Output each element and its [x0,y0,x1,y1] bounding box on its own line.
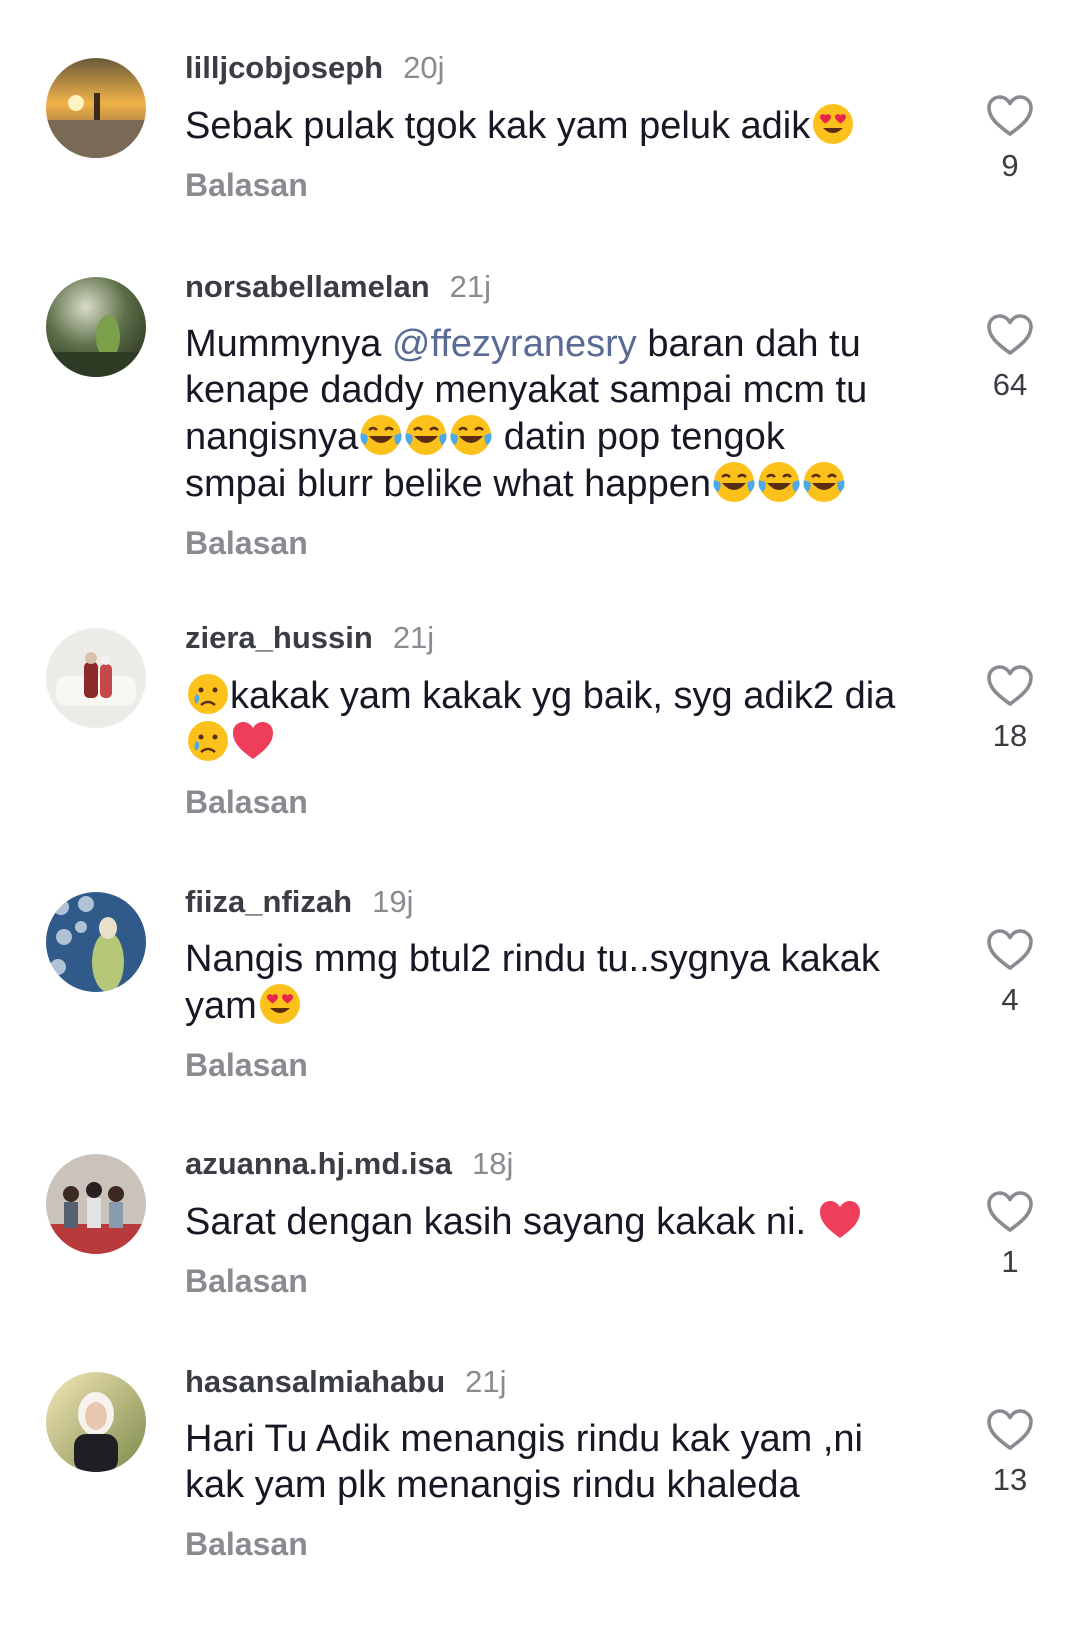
like-count: 4 [1001,982,1019,1017]
like-button[interactable]: 18 [980,664,1040,754]
tears-of-joy-icon [712,460,756,504]
heart-outline-icon [986,928,1034,972]
crying-face-icon [186,672,230,716]
heart-outline-icon [986,664,1034,708]
tears-of-joy-icon [404,413,448,457]
comment-time: 19j [372,884,414,919]
tears-of-joy-icon [802,460,846,504]
comment-text: kakak yam kakak yg baik, syg adik2 dia [185,672,925,766]
like-count: 1 [1001,1244,1019,1279]
comment-time: 21j [392,620,435,655]
username[interactable]: azuanna.hj.md.isa [185,1146,452,1182]
like-button[interactable]: 4 [980,928,1040,1018]
mention-link[interactable]: @ffezyranesry [392,323,637,365]
heart-eyes-icon [811,102,855,146]
like-count: 64 [992,367,1028,402]
comment-time: 21j [465,1364,507,1399]
avatar[interactable] [46,277,146,377]
comment-text: Sebak pulak tgok kak yam peluk adik [185,102,925,149]
like-button[interactable]: 9 [980,94,1040,184]
reply-button[interactable]: Balasan [185,1524,925,1564]
comment-text: Sarat dengan kasih sayang kakak ni. [185,1198,925,1245]
reply-button[interactable]: Balasan [185,1261,925,1301]
tears-of-joy-icon [359,413,403,457]
like-button[interactable]: 13 [980,1408,1040,1498]
username[interactable]: norsabellamelan [185,269,430,305]
username[interactable]: hasansalmiahabu [185,1364,445,1400]
like-count: 9 [1001,148,1019,183]
comment-text: Hari Tu Adik menangis rindu kak yam ,ni … [185,1418,863,1506]
username[interactable]: lilljcobjoseph [185,50,383,86]
red-heart-icon [231,719,275,763]
username[interactable]: ziera_hussin [185,620,373,656]
comment-time: 21j [449,269,492,304]
like-count: 13 [992,1462,1028,1497]
like-count: 18 [992,718,1028,753]
username[interactable]: fiiza_nfizah [185,884,352,920]
heart-outline-icon [986,313,1034,357]
reply-button[interactable]: Balasan [185,1045,925,1085]
avatar[interactable] [46,1154,146,1254]
reply-button[interactable]: Balasan [185,523,925,563]
avatar[interactable] [46,58,146,158]
heart-outline-icon [986,94,1034,138]
comment-time: 18j [472,1146,514,1181]
comment-text: Mummynya @ffezyranesry baran dah tu kena… [185,323,868,505]
like-button[interactable]: 64 [980,313,1040,403]
comment-time: 20j [403,50,445,85]
like-button[interactable]: 1 [980,1190,1040,1280]
reply-button[interactable]: Balasan [185,782,925,822]
reply-button[interactable]: Balasan [185,165,925,205]
red-heart-icon [818,1198,862,1242]
heart-outline-icon [986,1190,1034,1234]
tears-of-joy-icon [757,460,801,504]
heart-outline-icon [986,1408,1034,1452]
comment-text: Nangis mmg btul2 rindu tu..sygnya kakak … [185,938,880,1027]
avatar[interactable] [46,1372,146,1472]
avatar[interactable] [46,628,146,728]
avatar[interactable] [46,892,146,992]
tears-of-joy-icon [449,413,493,457]
crying-face-icon [186,719,230,763]
heart-eyes-icon [258,982,302,1026]
